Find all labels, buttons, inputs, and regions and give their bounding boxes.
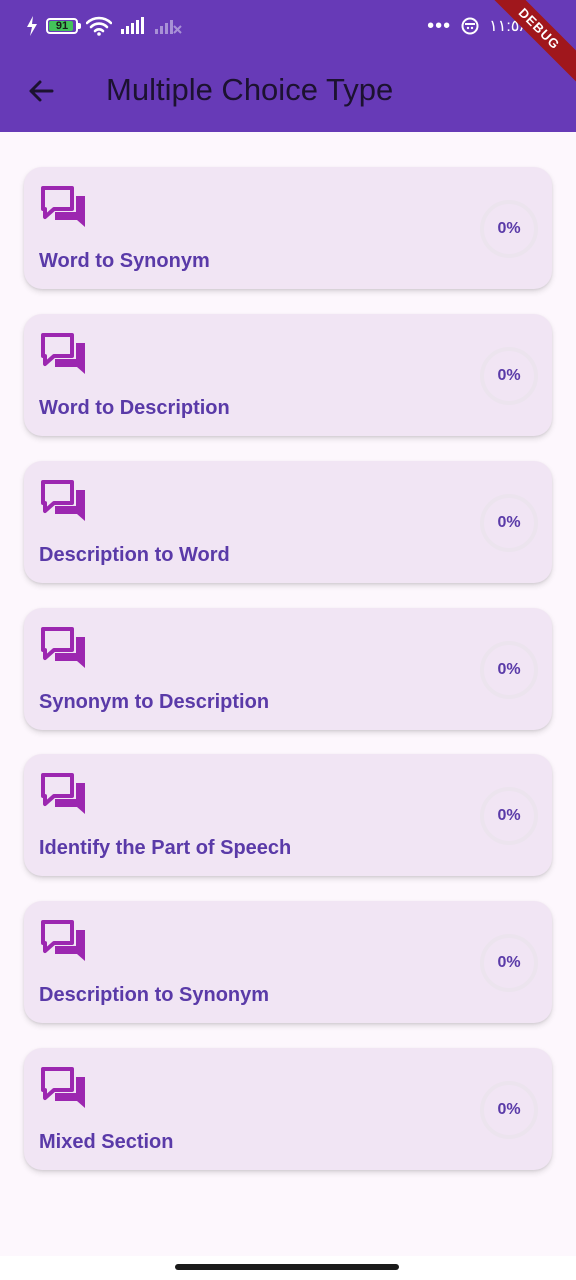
- mode-label: Description to Synonym: [39, 984, 270, 1006]
- mode-card-part-of-speech[interactable]: Identify the Part of Speech 0%: [24, 754, 552, 876]
- mode-label: Synonym to Description: [39, 691, 270, 713]
- signal-no-service-icon: [155, 20, 182, 34]
- mode-label: Word to Description: [39, 397, 230, 419]
- signal-icon: [121, 17, 144, 34]
- forum-icon: [41, 1067, 85, 1108]
- mode-card-synonym-to-description[interactable]: Synonym to Description 0%: [24, 608, 552, 730]
- mode-card-description-to-word[interactable]: Description to Word 0%: [24, 461, 552, 583]
- forum-icon: [41, 333, 85, 374]
- status-left: 91: [26, 16, 182, 36]
- back-arrow-icon[interactable]: [26, 76, 56, 106]
- progress-percent: 0%: [497, 954, 521, 971]
- progress-percent: 0%: [497, 367, 521, 384]
- forum-icon: [41, 773, 85, 814]
- charging-icon: [27, 16, 37, 36]
- debug-label: DEBUG: [486, 0, 576, 90]
- progress-ring: 0%: [480, 494, 538, 552]
- wifi-icon: [86, 16, 112, 36]
- progress-percent: 0%: [497, 1101, 521, 1118]
- progress-percent: 0%: [497, 807, 521, 824]
- forum-icon: [41, 186, 85, 227]
- progress-ring: 0%: [480, 641, 538, 699]
- page-title: Multiple Choice Type: [106, 72, 394, 107]
- notification-app-icon: [461, 17, 479, 35]
- progress-ring: 0%: [480, 934, 538, 992]
- mode-card-description-to-synonym[interactable]: Description to Synonym 0%: [24, 901, 552, 1023]
- app-bar: 91 ••• ١١:٥٨ DEBUG Multiple Choice Type: [0, 0, 576, 132]
- progress-percent: 0%: [497, 220, 521, 237]
- mode-label: Description to Word: [39, 544, 230, 566]
- forum-icon: [41, 920, 85, 961]
- progress-percent: 0%: [497, 514, 521, 531]
- progress-ring: 0%: [480, 347, 538, 405]
- battery-icon: 91: [46, 18, 81, 34]
- forum-icon: [41, 480, 85, 521]
- mode-label: Word to Synonym: [39, 250, 210, 272]
- mode-label: Mixed Section: [39, 1131, 174, 1153]
- mode-card-word-to-description[interactable]: Word to Description 0%: [24, 314, 552, 436]
- mode-card-mixed-section[interactable]: Mixed Section 0%: [24, 1048, 552, 1170]
- home-indicator[interactable]: [175, 1264, 399, 1270]
- progress-ring: 0%: [480, 200, 538, 258]
- more-notifications-icon: •••: [427, 15, 452, 37]
- debug-banner: DEBUG: [486, 0, 576, 90]
- progress-ring: 0%: [480, 787, 538, 845]
- mode-label: Identify the Part of Speech: [39, 837, 292, 859]
- battery-level: 91: [55, 19, 69, 32]
- mode-card-word-to-synonym[interactable]: Word to Synonym 0%: [24, 167, 552, 289]
- forum-icon: [41, 627, 85, 668]
- progress-ring: 0%: [480, 1081, 538, 1139]
- progress-percent: 0%: [497, 661, 521, 678]
